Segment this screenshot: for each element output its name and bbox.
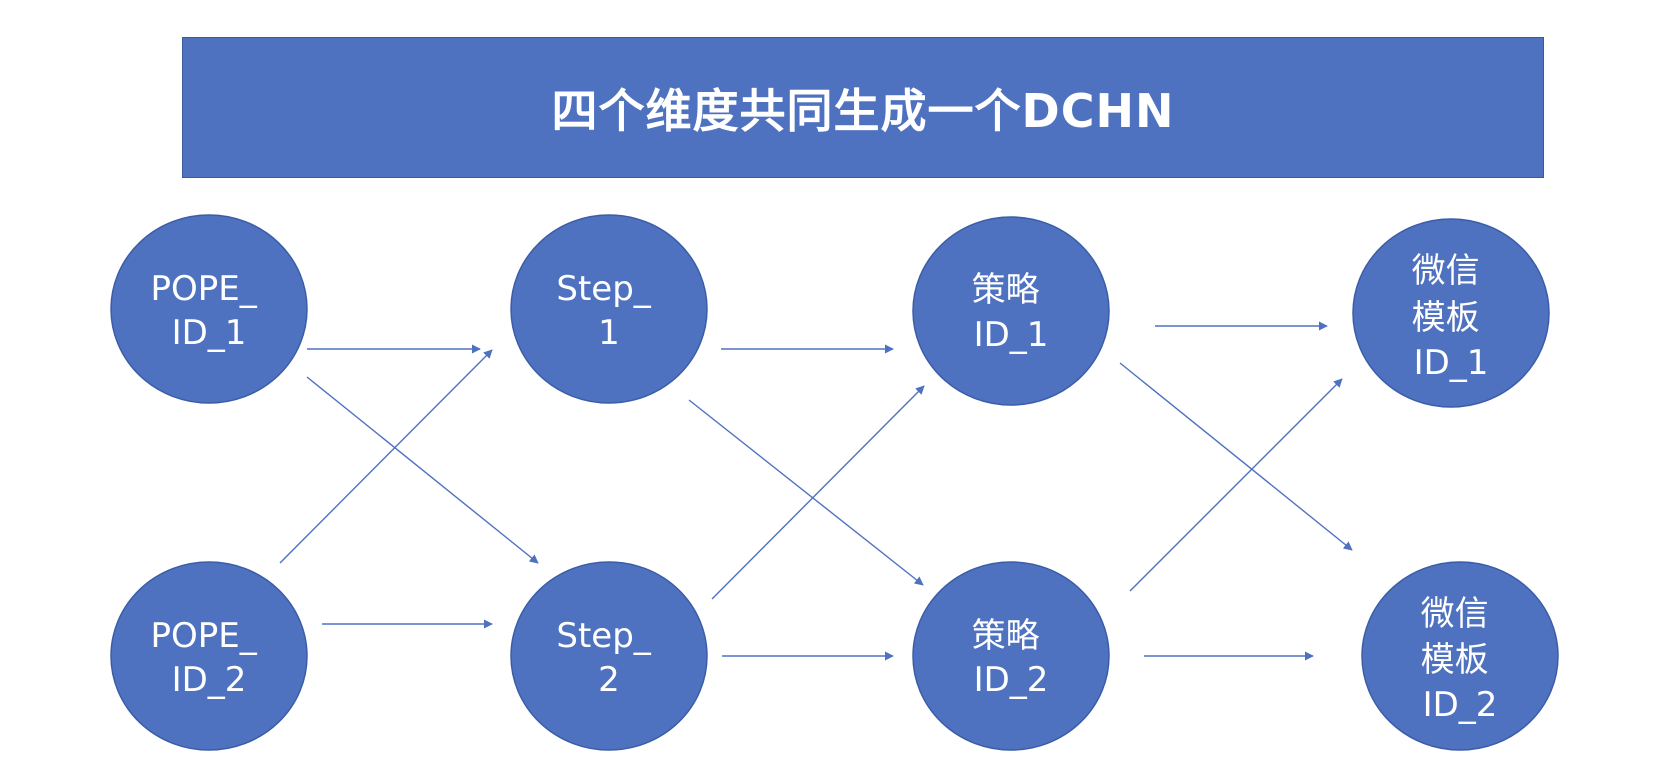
edge-step2-strategy1 (711, 385, 925, 600)
node-step1-line-2: 1 (598, 313, 620, 353)
node-step2: Step_ 2 (510, 561, 708, 751)
edge-strategy2-wechat1 (1129, 378, 1343, 592)
node-step1-circle (510, 214, 708, 404)
node-wechat2-line-2: 模板 (1421, 640, 1489, 680)
edge-step1-strategy2 (688, 399, 924, 586)
node-strategy1-line-2: ID_1 (974, 315, 1049, 355)
edge-pope1-step2 (306, 376, 539, 564)
node-step2-line-2: 2 (598, 660, 620, 700)
node-strategy2-line-1: 策略 (972, 616, 1040, 656)
edge-strategy1-wechat2 (1119, 362, 1353, 551)
node-pope2-circle (110, 561, 308, 751)
node-wechat2-line-1: 微信 (1421, 594, 1489, 634)
svg-text:微信 模板 ID_1: 微信 模板 ID_1 (1412, 251, 1491, 383)
node-wechat1-line-3: ID_1 (1414, 343, 1489, 383)
node-step1: Step_ 1 (510, 214, 708, 404)
node-pope1-line-1: POPE_ (150, 269, 257, 309)
node-wechat1-line-1: 微信 (1412, 251, 1480, 291)
node-strategy2-circle (912, 561, 1110, 751)
edge-pope2-step1 (279, 349, 493, 564)
svg-text:微信 模板 ID_2: 微信 模板 ID_2 (1421, 594, 1500, 725)
node-wechat1-line-2: 模板 (1412, 298, 1480, 338)
node-strategy2-line-2: ID_2 (974, 660, 1049, 700)
node-pope1: POPE_ ID_1 (110, 214, 308, 404)
node-step2-circle (510, 561, 708, 751)
node-pope2-line-1: POPE_ (150, 616, 257, 656)
node-pope1-circle (110, 214, 308, 404)
node-wechat2: 微信 模板 ID_2 (1361, 561, 1559, 751)
node-pope1-line-2: ID_1 (172, 313, 247, 353)
edges (279, 321, 1353, 661)
node-strategy2: 策略 ID_2 (912, 561, 1110, 751)
node-strategy1-circle (912, 216, 1110, 406)
node-pope2: POPE_ ID_2 (110, 561, 308, 751)
node-wechat2-line-3: ID_2 (1423, 685, 1498, 725)
flow-diagram: POPE_ ID_1 POPE_ ID_2 Step_ 1 Step_ 2 策略… (110, 214, 1559, 751)
node-step1-line-1: Step_ (556, 269, 651, 309)
node-strategy1-line-1: 策略 (972, 270, 1040, 310)
node-step2-line-1: Step_ (556, 616, 651, 656)
node-strategy1: 策略 ID_1 (912, 216, 1110, 406)
node-pope2-line-2: ID_2 (172, 660, 247, 700)
node-wechat1: 微信 模板 ID_1 (1352, 218, 1550, 408)
